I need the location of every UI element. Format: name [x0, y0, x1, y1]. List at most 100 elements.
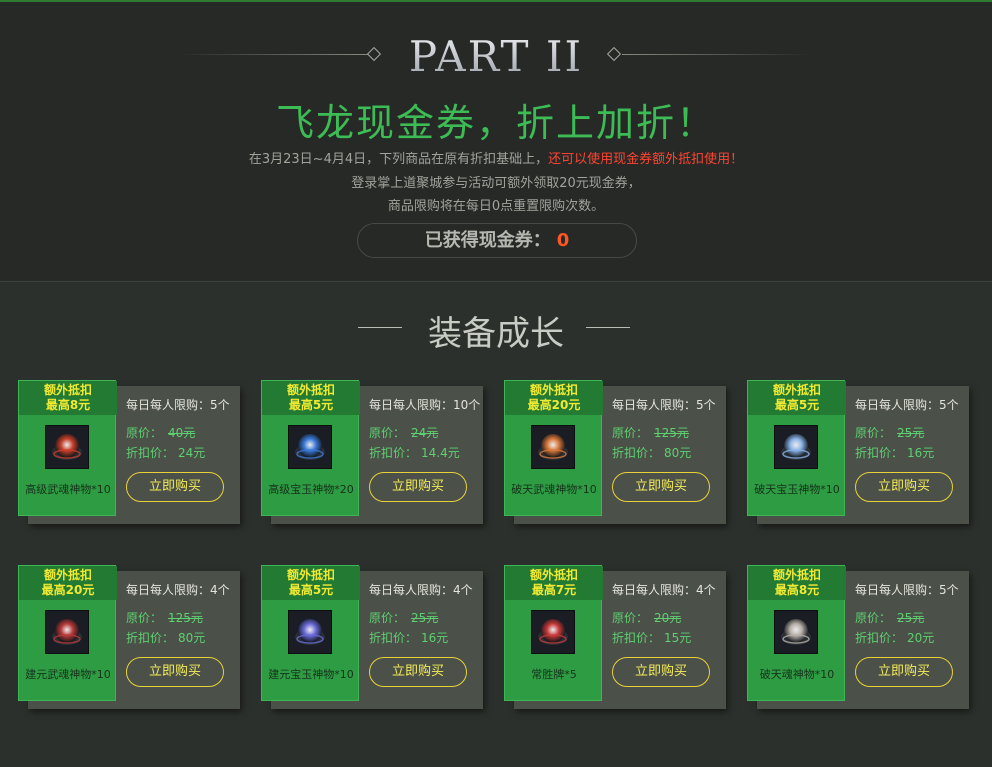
card-item-panel: 额外抵扣 最高8元破天魂神物*10	[747, 565, 846, 701]
card-item-panel: 额外抵扣 最高20元 建元武魂神物*10	[18, 565, 117, 701]
decorative-line-right	[622, 54, 810, 55]
description-text: 在3月23日~4月4日，下列商品在原有折扣基础上，	[248, 152, 549, 167]
discount-price: 折扣价： 15元	[612, 629, 691, 646]
original-price: 原价： 125元	[126, 609, 203, 626]
description-line-3: 商品限购将在每日0点重置限购次数。	[387, 199, 605, 214]
item-name: 高级宝玉神物*20	[268, 483, 354, 496]
discount-price: 折扣价： 16元	[369, 629, 448, 646]
discount-tag-line2: 最高5元	[288, 583, 334, 597]
item-artwork	[52, 434, 82, 460]
decorative-line-left	[180, 54, 368, 55]
crimson-soul-orb-icon[interactable]	[45, 610, 89, 654]
orange-soul-orb-icon[interactable]	[531, 425, 575, 469]
item-name: 高级武魂神物*10	[25, 483, 111, 496]
card-item-panel: 额外抵扣 最高7元 常胜牌*5	[504, 565, 603, 701]
discount-price-label: 折扣价：	[855, 446, 904, 460]
purchase-limit: 每日每人限购：4个	[369, 583, 473, 597]
product-card: 额外抵扣 最高8元破天魂神物*10 每日每人限购：5个 原价： 25元折扣价： 20元立即…	[747, 565, 969, 709]
original-price: 原价： 24元	[369, 424, 438, 441]
original-price-label: 原价：	[126, 426, 163, 440]
original-price-label: 原价：	[612, 426, 649, 440]
discount-price-value: 24元	[178, 446, 206, 460]
discount-price-label: 折扣价：	[369, 631, 418, 645]
original-price-value: 25元	[897, 611, 925, 625]
promo-header: PART II 飞龙现金券，折上加折！ 在3月23日~4月4日，下列商品在原有折…	[0, 0, 992, 282]
buy-now-button[interactable]: 立即购买	[369, 472, 467, 502]
section-title: 装备成长	[428, 314, 564, 354]
buy-now-button[interactable]: 立即购买	[855, 657, 953, 687]
discount-tag: 额外抵扣 最高5元	[262, 566, 360, 600]
discount-tag-line1: 额外抵扣	[286, 383, 335, 397]
discount-tag-line1: 额外抵扣	[529, 383, 578, 397]
card-item-panel: 额外抵扣 最高20元 破天武魂神物*10	[504, 380, 603, 516]
buy-now-button[interactable]: 立即购买	[855, 472, 953, 502]
item-name: 破天宝玉神物*10	[754, 483, 840, 496]
diamond-ornament-icon	[606, 46, 622, 62]
discount-price: 折扣价： 80元	[612, 444, 691, 461]
discount-price-value: 80元	[178, 631, 206, 645]
item-name: 破天魂神物*10	[759, 668, 835, 681]
discount-tag-line1: 额外抵扣	[43, 383, 92, 397]
buy-now-button[interactable]: 立即购买	[612, 472, 710, 502]
part-title: PART II	[396, 32, 596, 81]
purchase-limit: 每日每人限购：4个	[612, 583, 716, 597]
discount-price-value: 20元	[907, 631, 935, 645]
item-artwork	[538, 434, 568, 460]
original-price-label: 原价：	[369, 611, 406, 625]
item-artwork	[538, 619, 568, 645]
original-price: 原价： 20元	[612, 609, 681, 626]
card-item-panel: 额外抵扣 最高5元 建元宝玉神物*10	[261, 565, 360, 701]
discount-price-value: 80元	[664, 446, 692, 460]
discount-price-value: 14.4元	[421, 446, 460, 460]
buy-now-button[interactable]: 立即购买	[126, 657, 224, 687]
original-price-value: 24元	[411, 426, 439, 440]
discount-tag-line2: 最高5元	[288, 398, 334, 412]
coupon-label: 已获得现金券：	[424, 230, 551, 251]
silver-soul-orb-icon[interactable]	[774, 610, 818, 654]
purchase-limit: 每日每人限购：5个	[855, 398, 959, 412]
purple-jade-orb-icon[interactable]	[288, 610, 332, 654]
original-price-label: 原价：	[126, 611, 163, 625]
card-item-panel: 额外抵扣 最高8元高级武魂神物*10	[18, 380, 117, 516]
white-jade-orb-icon[interactable]	[774, 425, 818, 469]
discount-tag: 额外抵扣 最高8元	[19, 381, 117, 415]
item-artwork	[781, 619, 811, 645]
discount-tag: 额外抵扣 最高5元	[262, 381, 360, 415]
purchase-limit: 每日每人限购：5个	[126, 398, 230, 412]
part-title-row: PART II	[0, 24, 992, 84]
discount-tag: 额外抵扣 最高8元	[748, 566, 846, 600]
discount-price-label: 折扣价：	[612, 631, 661, 645]
discount-tag-line1: 额外抵扣	[772, 383, 821, 397]
original-price-value: 25元	[411, 611, 439, 625]
original-price: 原价： 25元	[369, 609, 438, 626]
purchase-limit: 每日每人限购：5个	[612, 398, 716, 412]
purchase-limit: 每日每人限购：10个	[369, 398, 481, 412]
purchase-limit: 每日每人限购：4个	[126, 583, 230, 597]
discount-price-value: 15元	[664, 631, 692, 645]
product-card: 额外抵扣 最高5元 建元宝玉神物*10 每日每人限购：4个 原价： 25元折扣价： 16元立…	[261, 565, 483, 709]
original-price-value: 20元	[654, 611, 682, 625]
product-card: 额外抵扣 最高20元 破天武魂神物*10 每日每人限购：5个 原价： 125元 折扣价： 80…	[504, 380, 726, 524]
discount-price-label: 折扣价：	[126, 446, 175, 460]
buy-now-button[interactable]: 立即购买	[369, 657, 467, 687]
card-item-panel: 额外抵扣 最高5元破天宝玉神物*10	[747, 380, 846, 516]
item-artwork	[52, 619, 82, 645]
original-price-label: 原价：	[855, 611, 892, 625]
original-price: 原价： 25元	[855, 424, 924, 441]
original-price-label: 原价：	[369, 426, 406, 440]
purchase-limit: 每日每人限购：5个	[855, 583, 959, 597]
discount-tag-line1: 额外抵扣	[772, 568, 821, 582]
blue-jade-orb-icon[interactable]	[288, 425, 332, 469]
discount-price: 折扣价： 20元	[855, 629, 934, 646]
discount-tag-line2: 最高5元	[774, 398, 820, 412]
buy-now-button[interactable]: 立即购买	[612, 657, 710, 687]
description-highlight: 还可以使用现金券额外抵扣使用！	[548, 152, 744, 167]
red-soul-orb-icon[interactable]	[45, 425, 89, 469]
buy-now-button[interactable]: 立即购买	[126, 472, 224, 502]
original-price-value: 25元	[897, 426, 925, 440]
discount-price-value: 16元	[421, 631, 449, 645]
item-artwork	[295, 434, 325, 460]
product-card: 额外抵扣 最高5元 破天宝玉神物*10 每日每人限购：5个 原价： 25元 折扣价： 16元立…	[747, 380, 969, 524]
victory-token-icon[interactable]	[531, 610, 575, 654]
item-artwork	[781, 434, 811, 460]
